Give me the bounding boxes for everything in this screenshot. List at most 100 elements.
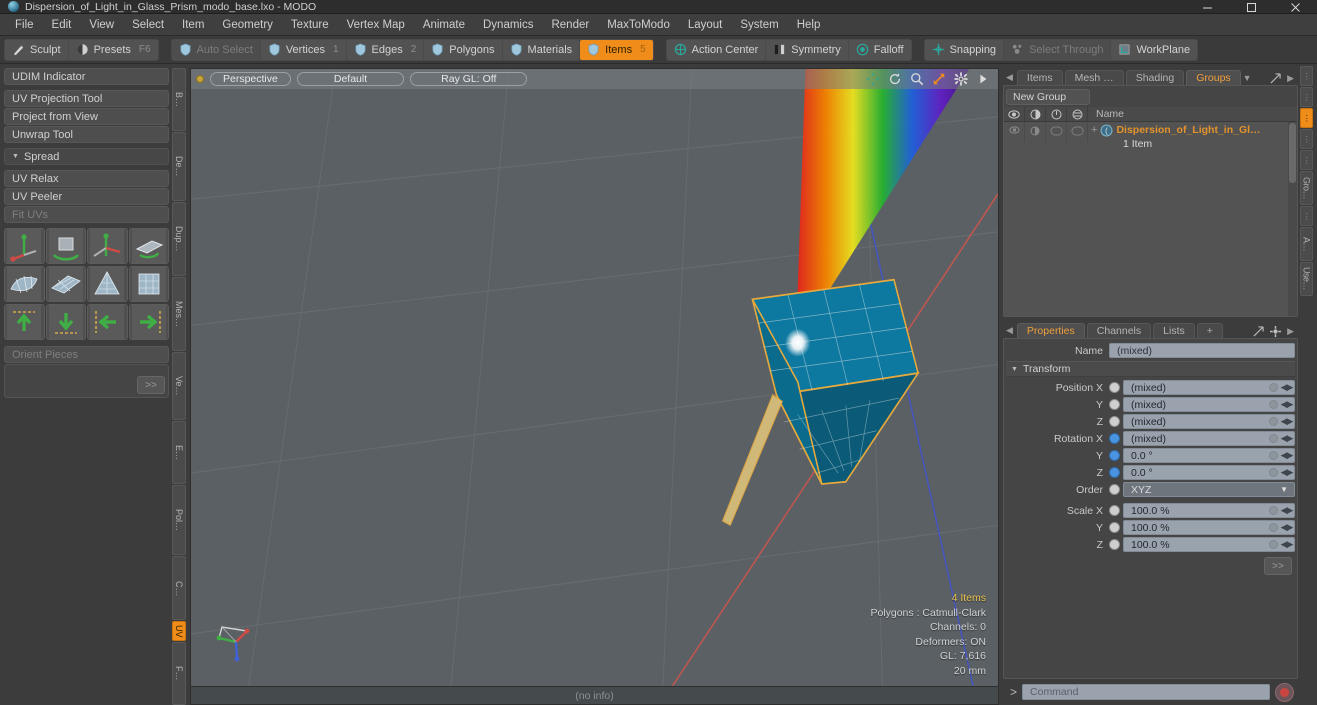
uv-move-right-icon[interactable] (128, 304, 169, 340)
tool-row-uv-relax[interactable]: UV Relax (4, 170, 169, 187)
prop-tabs-scroll-left-icon[interactable]: ◀ (1006, 325, 1013, 338)
tab-lists[interactable]: Lists (1153, 323, 1195, 338)
property-value-field[interactable]: 100.0 % ◀▶ (1123, 520, 1295, 535)
property-key-icon[interactable] (1269, 451, 1278, 460)
property-value-field[interactable]: (mixed) ◀▶ (1123, 431, 1295, 446)
right-arrow-icon[interactable]: ▶ (1287, 326, 1294, 337)
menu-item-view[interactable]: View (80, 14, 123, 36)
vertical-tab-3[interactable]: Mes… (172, 276, 186, 352)
expand-icon[interactable] (1253, 326, 1264, 337)
name-field[interactable]: (mixed) (1109, 343, 1295, 358)
vertical-tab-2[interactable]: Dup… (172, 202, 186, 276)
groups-tree[interactable]: + ( Dispersion_of_Light_in_Gl… 1 Item (1004, 122, 1297, 316)
property-stepper-icon[interactable]: ◀▶ (1280, 432, 1294, 445)
expand-toggle[interactable]: + (1091, 124, 1097, 136)
menu-item-select[interactable]: Select (123, 14, 173, 36)
visibility-eye-icon[interactable] (1004, 106, 1025, 122)
toolbar-button-action-center[interactable]: Action Center (666, 39, 766, 60)
vertical-tab-8[interactable]: UV (172, 621, 186, 642)
toolbar-button-vertices[interactable]: Vertices 1 (260, 39, 346, 60)
row-shading-toggle[interactable] (1025, 122, 1046, 142)
tool-row-project-from-view[interactable]: Project from View (4, 108, 169, 125)
order-select[interactable]: XYZ ▼ (1123, 482, 1295, 497)
viewport-pill-ray-gl-off[interactable]: Ray GL: Off (410, 72, 528, 86)
menu-item-animate[interactable]: Animate (414, 14, 474, 36)
property-key-icon[interactable] (1269, 468, 1278, 477)
tab-properties[interactable]: Properties (1016, 323, 1085, 338)
right-side-tab-7[interactable]: A… (1300, 227, 1313, 261)
row-wireframe-toggle[interactable] (1067, 122, 1088, 142)
property-value-field[interactable]: 0.0 ° ◀▶ (1123, 465, 1295, 480)
expand-icon[interactable] (1270, 73, 1281, 84)
maximize-button[interactable] (1229, 0, 1273, 14)
left-more-button[interactable]: >> (137, 376, 165, 394)
property-stepper-icon[interactable]: ◀▶ (1280, 466, 1294, 479)
toolbar-button-materials[interactable]: Materials (502, 39, 580, 60)
row-lock-toggle[interactable] (1046, 122, 1067, 142)
menu-item-dynamics[interactable]: Dynamics (474, 14, 542, 36)
uv-move-axis-icon[interactable] (87, 228, 128, 264)
property-key-icon[interactable] (1269, 540, 1278, 549)
property-stepper-icon[interactable]: ◀▶ (1280, 381, 1294, 394)
right-side-tab-8[interactable]: Use… (1300, 262, 1313, 296)
property-stepper-icon[interactable]: ◀▶ (1280, 449, 1294, 462)
toolbar-button-edges[interactable]: Edges 2 (346, 39, 424, 60)
lock-icon[interactable] (1046, 106, 1067, 122)
property-radio[interactable] (1109, 416, 1120, 427)
toolbar-button-items[interactable]: Items 5 (580, 39, 653, 60)
property-key-icon[interactable] (1269, 400, 1278, 409)
pan-icon[interactable] (866, 72, 880, 86)
property-radio[interactable] (1109, 382, 1120, 393)
orient-pieces-row[interactable]: Orient Pieces (4, 346, 169, 363)
property-key-icon[interactable] (1269, 417, 1278, 426)
table-row[interactable]: + ( Dispersion_of_Light_in_Gl… 1 Item (1004, 122, 1297, 154)
gear-icon[interactable] (1270, 326, 1282, 337)
property-value-field[interactable]: 100.0 % ◀▶ (1123, 537, 1295, 552)
right-side-tab-0[interactable]: ⋮ (1300, 66, 1313, 86)
vertical-tab-9[interactable]: F… (172, 642, 186, 705)
tab-groups[interactable]: Groups (1186, 70, 1241, 85)
property-radio[interactable] (1109, 399, 1120, 410)
tab-mesh-[interactable]: Mesh … (1064, 70, 1124, 85)
tab-items[interactable]: Items (1016, 70, 1063, 85)
menu-item-geometry[interactable]: Geometry (213, 14, 282, 36)
vertical-tab-1[interactable]: De… (172, 132, 186, 202)
vertical-tab-6[interactable]: Pol… (172, 485, 186, 556)
wireframe-icon[interactable] (1067, 106, 1088, 122)
property-stepper-icon[interactable]: ◀▶ (1280, 398, 1294, 411)
right-arrow-icon[interactable]: ▶ (1287, 73, 1294, 84)
vertical-tab-5[interactable]: E… (172, 420, 186, 485)
uv-move-down-icon[interactable] (45, 304, 86, 340)
toolbar-button-presets[interactable]: Presets F6 (68, 39, 158, 60)
gear-icon[interactable] (954, 72, 968, 86)
property-key-icon[interactable] (1269, 523, 1278, 532)
menu-item-system[interactable]: System (731, 14, 787, 36)
uv-box-grid-icon[interactable] (128, 266, 169, 302)
menu-item-edit[interactable]: Edit (43, 14, 81, 36)
property-radio[interactable] (1109, 522, 1120, 533)
toolbar-button-polygons[interactable]: Polygons (424, 39, 502, 60)
command-input[interactable]: Command (1022, 684, 1270, 700)
minimize-button[interactable] (1185, 0, 1229, 14)
property-value-field[interactable]: (mixed) ◀▶ (1123, 414, 1295, 429)
fit-view-icon[interactable] (932, 72, 946, 86)
property-stepper-icon[interactable]: ◀▶ (1280, 504, 1294, 517)
property-value-field[interactable]: (mixed) ◀▶ (1123, 397, 1295, 412)
property-key-icon[interactable] (1269, 434, 1278, 443)
viewport-pill-perspective[interactable]: Perspective (210, 72, 291, 86)
3d-viewport[interactable]: Perspective Default Ray GL: Off 4 Items … (190, 68, 999, 687)
tool-row-udim-indicator[interactable]: UDIM Indicator (4, 68, 169, 85)
toolbar-button-select-through[interactable]: Select Through (1004, 39, 1111, 60)
tool-row-uv-projection-tool[interactable]: UV Projection Tool (4, 90, 169, 107)
order-radio[interactable] (1109, 484, 1120, 495)
toolbar-button-auto-select[interactable]: Auto Select (171, 39, 260, 60)
property-radio[interactable] (1109, 467, 1120, 478)
menu-item-help[interactable]: Help (788, 14, 830, 36)
property-stepper-icon[interactable]: ◀▶ (1280, 521, 1294, 534)
viewport-pill-default[interactable]: Default (296, 72, 405, 86)
uv-projection-gizmo-icon[interactable] (4, 228, 45, 264)
uv-rotate-cube-icon[interactable] (45, 228, 86, 264)
tabs-scroll-left-icon[interactable]: ◀ (1006, 72, 1013, 85)
tool-row-unwrap-tool[interactable]: Unwrap Tool (4, 126, 169, 143)
property-key-icon[interactable] (1269, 383, 1278, 392)
